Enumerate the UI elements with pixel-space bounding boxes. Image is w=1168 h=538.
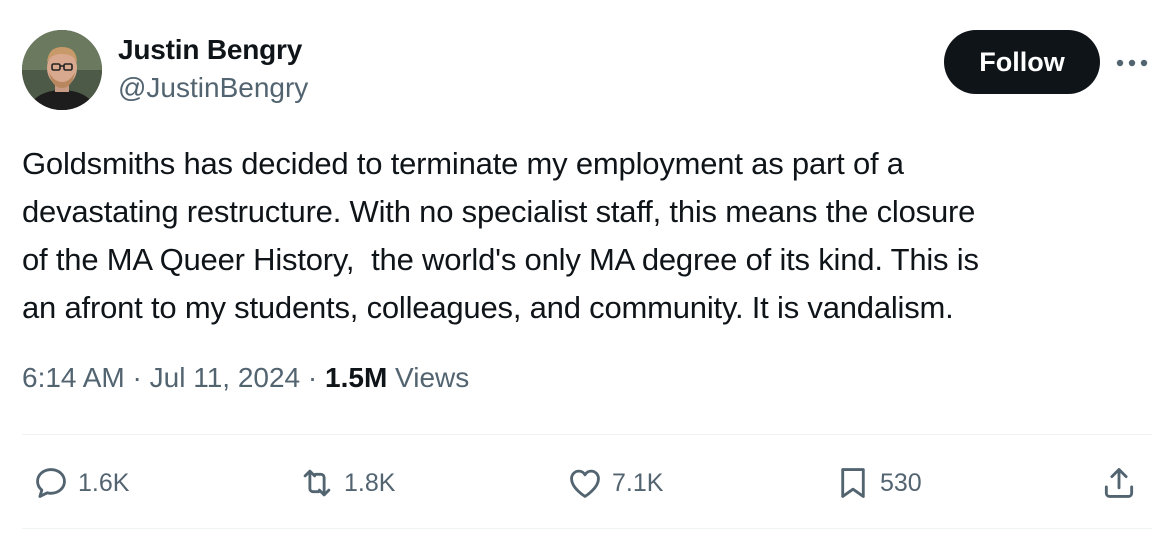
like-button[interactable]: 7.1K bbox=[566, 462, 663, 504]
tweet-text-line: Goldsmiths has decided to terminate my e… bbox=[22, 146, 904, 181]
reply-icon bbox=[36, 468, 66, 498]
bookmark-button[interactable]: 530 bbox=[834, 462, 922, 504]
more-dots-icon bbox=[1116, 59, 1148, 67]
divider bbox=[22, 528, 1152, 529]
avatar[interactable] bbox=[22, 30, 102, 110]
views-count[interactable]: 1.5M bbox=[325, 362, 387, 393]
meta-separator: · bbox=[307, 362, 318, 393]
repost-button[interactable]: 1.8K bbox=[298, 462, 395, 504]
share-icon bbox=[1104, 468, 1134, 498]
tweet-time[interactable]: 6:14 AM bbox=[22, 362, 125, 393]
action-bar: 1.6K 1.8K 7.1K 530 bbox=[0, 452, 1168, 514]
bookmark-count: 530 bbox=[880, 468, 922, 497]
tweet-text-line: of the MA Queer History, the world's onl… bbox=[22, 242, 979, 277]
reply-button[interactable]: 1.6K bbox=[32, 462, 129, 504]
author-display-name[interactable]: Justin Bengry bbox=[118, 34, 302, 66]
follow-button[interactable]: Follow bbox=[944, 30, 1100, 94]
divider bbox=[22, 434, 1152, 435]
reply-count: 1.6K bbox=[78, 468, 130, 497]
tweet-date[interactable]: Jul 11, 2024 bbox=[150, 362, 301, 393]
heart-icon bbox=[570, 469, 600, 498]
views-label: Views bbox=[395, 362, 470, 393]
tweet-text: Goldsmiths has decided to terminate my e… bbox=[22, 140, 1142, 332]
more-options-button[interactable] bbox=[1112, 48, 1152, 78]
repost-icon bbox=[303, 469, 331, 497]
author-handle[interactable]: @JustinBengry bbox=[118, 72, 308, 104]
meta-separator: · bbox=[132, 362, 142, 393]
tweet-text-line: devastating restructure. With no special… bbox=[22, 194, 976, 229]
bookmark-icon bbox=[841, 468, 865, 498]
repost-count: 1.8K bbox=[344, 468, 396, 497]
tweet-text-line: an afront to my students, colleagues, an… bbox=[22, 290, 954, 325]
like-count: 7.1K bbox=[612, 468, 664, 497]
share-button[interactable] bbox=[1100, 462, 1138, 504]
tweet-meta: 6:14 AM · Jul 11, 2024 · 1.5M Views bbox=[22, 362, 469, 394]
avatar-image bbox=[22, 30, 102, 110]
